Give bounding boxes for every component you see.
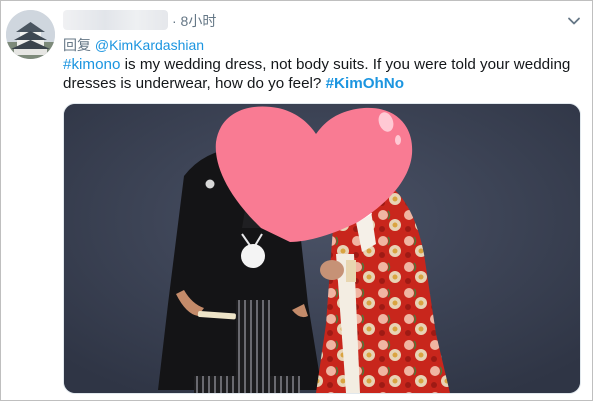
hashtag-kimono-link[interactable]: #kimono — [63, 56, 120, 73]
tweet-text: #kimono is my wedding dress, not body su… — [63, 55, 587, 93]
reply-mention-link[interactable]: @KimKardashian — [95, 37, 204, 53]
tweet-timestamp[interactable]: · 8小时 — [172, 11, 216, 31]
blurred-username[interactable] — [63, 10, 168, 30]
castle-avatar-icon — [6, 10, 55, 59]
wedding-kimono-photo — [64, 104, 580, 393]
tweet-card[interactable]: · 8小时 回复 @KimKardashian #kimono is my we… — [0, 0, 593, 401]
reply-context: 回复 @KimKardashian — [63, 35, 204, 55]
profile-avatar[interactable] — [6, 10, 55, 59]
chevron-down-icon[interactable] — [567, 14, 581, 28]
reply-prefix: 回复 — [63, 37, 91, 53]
tweet-body-text: is my wedding dress, not body suits. If … — [63, 56, 571, 92]
hashtag-kimohno-link[interactable]: #KimOhNo — [326, 75, 404, 92]
tweet-photo[interactable] — [63, 103, 581, 394]
